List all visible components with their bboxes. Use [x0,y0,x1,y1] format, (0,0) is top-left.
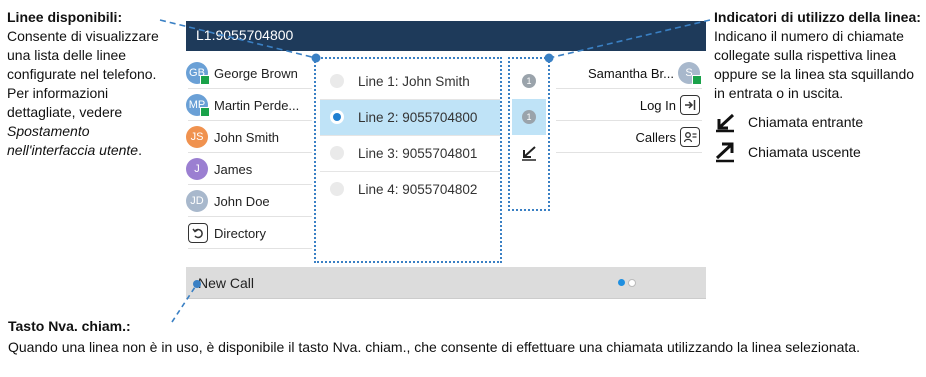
softkey-bar: New Call [186,267,706,298]
annotation-new-call-title: Tasto Nva. chiam.: [8,318,131,334]
pkey-label: George Brown [214,65,298,81]
pkey-samantha[interactable]: Samantha Br... S [556,57,706,89]
lines-highlight-box [314,57,502,263]
avatar: MP [186,94,210,117]
pkey-label: Martin Perde... [214,97,300,113]
callers-key[interactable]: Callers [556,121,706,153]
presence-indicator [692,75,702,85]
annotation-line-indicators: Indicatori di utilizzo della linea: Indi… [714,8,924,163]
page-dot-inactive [628,279,636,287]
pkey-george-brown[interactable]: GB George Brown [186,57,316,89]
pkey-john-smith[interactable]: JS John Smith [186,121,316,153]
login-icon [680,95,700,115]
legend-incoming: Chiamata entrante [714,111,924,133]
pkey-label: Directory [214,225,267,241]
avatar: JD [186,190,208,212]
outgoing-call-icon [715,142,734,163]
annotation-title: Indicatori di utilizzo della linea: [714,9,921,25]
annotation-body: Indicano il numero di chiamate collegate… [714,28,915,101]
login-key[interactable]: Log In [556,89,706,121]
programmable-keys-right: Samantha Br... S Log In Callers [556,57,706,153]
programmable-keys-left: GB George Brown MP Martin Perde... JS Jo… [186,57,316,249]
presence-indicator [200,107,210,117]
status-bar: L1:9055704800 [186,21,706,51]
annotation-new-call-body: Quando una linea non è in uso, è disponi… [8,339,860,355]
pkey-label: James [214,161,253,177]
annotation-body: Consente di visualizzare una lista delle… [7,28,159,120]
legend-incoming-label: Chiamata entrante [748,113,864,130]
phone-screen: L1:9055704800 GB George Brown MP Martin … [186,21,706,299]
callers-label: Callers [635,129,676,145]
pkey-john-doe[interactable]: JD John Doe [186,185,316,217]
page-dot-active [618,279,625,286]
annotation-title: Linee disponibili: [7,9,123,25]
page-indicator [615,279,636,287]
line-status-label: L1:9055704800 [196,27,294,43]
avatar: J [186,158,208,180]
legend-outgoing-label: Chiamata uscente [748,143,861,160]
indicators-highlight-box [508,57,550,211]
presence-indicator [200,75,210,85]
incoming-call-icon [716,113,735,133]
legend-outgoing: Chiamata uscente [714,141,924,163]
pkey-label: Samantha Br... [588,65,674,81]
pkey-james[interactable]: J James [186,153,316,185]
annotation-available-lines: Linee disponibili: Consente di visualizz… [7,8,177,160]
annotation-reference: Spostamento nell'interfaccia utente [7,123,139,158]
directory-icon [188,223,208,243]
avatar: S [678,62,702,85]
login-label: Log In [639,97,676,113]
new-call-softkey[interactable]: New Call [198,275,254,291]
callers-icon [680,127,700,147]
annotation-end: . [138,142,142,158]
pkey-label: John Smith [214,129,280,145]
pkey-directory[interactable]: Directory [186,217,316,249]
avatar: GB [186,62,210,85]
avatar: JS [186,126,208,148]
pkey-label: John Doe [214,193,270,209]
pkey-martin-perde[interactable]: MP Martin Perde... [186,89,316,121]
